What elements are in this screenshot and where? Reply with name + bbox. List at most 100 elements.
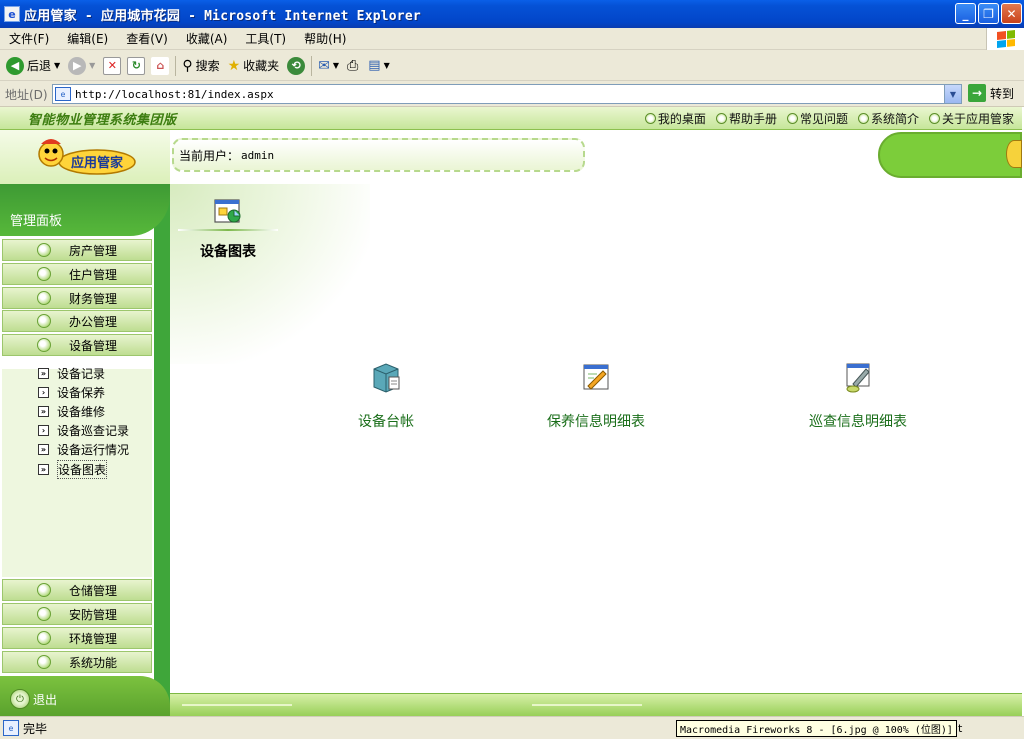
card-maintenance-detail[interactable]: 保养信息明细表	[536, 360, 656, 431]
site-brand: 智能物业管理系统集团版	[28, 112, 177, 128]
site-header: 应用管家 当前用户： admin	[0, 130, 1022, 184]
address-url: http://localhost:81/index.aspx	[75, 87, 274, 101]
submenu-arrow-icon: ›	[38, 387, 49, 398]
print-icon[interactable]: ⎙	[347, 58, 358, 74]
nav-environment[interactable]: 环境管理	[2, 627, 152, 649]
window-title-bar: e 应用管家 - 应用城市花园 - Microsoft Internet Exp…	[0, 0, 1024, 28]
sub-equipment-repair[interactable]: » 设备维修	[38, 403, 105, 420]
refresh-icon[interactable]: ↻	[127, 56, 146, 75]
mail-icon: ✉	[318, 57, 330, 74]
link-my-desktop[interactable]: 我的桌面	[644, 110, 706, 127]
nav-system[interactable]: 系统功能	[2, 651, 152, 673]
submenu-arrow-icon: »	[38, 406, 49, 417]
link-help-manual[interactable]: 帮助手册	[715, 110, 777, 127]
menu-file[interactable]: 文件(F)	[0, 30, 58, 47]
nav-bullet-icon	[37, 291, 51, 305]
back-button[interactable]: ◀ 后退 ▼	[6, 56, 60, 75]
taskbar-tooltip: Macromedia Fireworks 8 - [6.jpg @ 100% (…	[676, 720, 957, 737]
edit-page-icon: ▤	[368, 58, 381, 73]
nav-bullet-icon	[37, 338, 51, 352]
mascot-icon	[1006, 140, 1022, 168]
sub-label: 设备巡查记录	[57, 424, 130, 438]
sub-equipment-charts[interactable]: » 设备图表	[38, 460, 108, 479]
forward-button[interactable]: ▶ ▼	[68, 56, 96, 75]
nav-bullet-icon	[37, 314, 51, 328]
menu-help[interactable]: 帮助(H)	[295, 30, 355, 47]
nav-security[interactable]: 安防管理	[2, 603, 152, 625]
restore-button[interactable]: ❐	[978, 3, 999, 24]
link-label: 常见问题	[799, 112, 848, 126]
nav-label: 系统功能	[69, 655, 118, 670]
favorites-button[interactable]: ★ 收藏夹	[228, 57, 280, 74]
address-dropdown-icon[interactable]: ▼	[944, 85, 961, 103]
tooltip-tail-text: t	[958, 722, 963, 735]
inspection-icon	[846, 363, 870, 393]
window-title: 应用管家 - 应用城市花园 - Microsoft Internet Explo…	[24, 8, 421, 24]
sidebar: 管理面板 房产管理 住户管理 财务管理 办公管理 设备管理 » 设备记录 › 设备保…	[0, 184, 170, 716]
main-content: 设备图表 设备台帐 保养信息明细表 巡查信息明细表	[170, 184, 1022, 716]
page-icon: e	[55, 87, 71, 101]
page-footer-band	[170, 693, 1022, 716]
mail-dropdown-icon: ▼	[332, 61, 340, 70]
go-button[interactable]: → 转到	[968, 84, 1014, 102]
forward-arrow-icon: ▶	[68, 56, 87, 75]
nav-bullet-icon	[37, 655, 51, 669]
sub-equipment-operation[interactable]: » 设备运行情况	[38, 441, 129, 458]
back-arrow-icon: ◀	[6, 56, 24, 75]
nav-property[interactable]: 房产管理	[2, 239, 152, 261]
nav-label: 办公管理	[69, 314, 118, 329]
window-controls: _ ❐ ✕	[955, 3, 1022, 24]
current-user-label: 当前用户：	[179, 148, 240, 163]
edit-button[interactable]: ▤ ▼	[368, 58, 389, 73]
link-about[interactable]: 关于应用管家	[928, 110, 1014, 127]
forward-dropdown-icon: ▼	[89, 61, 96, 70]
submenu-arrow-icon: ›	[38, 425, 49, 436]
nav-finance[interactable]: 财务管理	[2, 287, 152, 309]
menu-edit[interactable]: 编辑(E)	[58, 30, 117, 47]
sub-label: 设备维修	[57, 405, 106, 419]
card-label: 巡查信息明细表	[809, 414, 907, 430]
history-icon[interactable]: ⟲	[287, 56, 306, 75]
logout-button[interactable]: ⏻ 退出	[10, 689, 57, 709]
header-decoration	[878, 132, 1022, 178]
menu-tools[interactable]: 工具(T)	[236, 30, 295, 47]
card-inspection-detail[interactable]: 巡查信息明细表	[798, 360, 918, 431]
power-icon: ⏻	[10, 689, 30, 709]
close-button[interactable]: ✕	[1001, 3, 1022, 24]
link-faq[interactable]: 常见问题	[786, 110, 848, 127]
current-user-box: 当前用户： admin	[172, 138, 585, 172]
ie-icon: e	[4, 6, 20, 22]
card-equipment-ledger[interactable]: 设备台帐	[340, 360, 432, 431]
menu-favorites[interactable]: 收藏(A)	[177, 30, 237, 47]
minimize-button[interactable]: _	[955, 3, 976, 24]
nav-storage[interactable]: 仓储管理	[2, 579, 152, 601]
panel-title: 管理面板	[10, 214, 63, 229]
submenu-arrow-icon: »	[38, 444, 49, 455]
sub-equipment-records[interactable]: » 设备记录	[38, 365, 105, 382]
nav-equipment[interactable]: 设备管理	[2, 334, 152, 356]
sub-equipment-maintenance[interactable]: › 设备保养	[38, 384, 105, 401]
address-bar: 地址(D) e http://localhost:81/index.aspx ▼…	[0, 82, 1024, 107]
nav-office[interactable]: 办公管理	[2, 310, 152, 332]
link-system-intro[interactable]: 系统简介	[857, 110, 919, 127]
mail-button[interactable]: ✉ ▼	[318, 58, 339, 74]
home-icon[interactable]: ⌂	[151, 56, 170, 75]
footer-line	[182, 704, 292, 706]
chart-window-icon	[214, 199, 241, 223]
sub-label: 设备图表	[57, 460, 108, 479]
search-button[interactable]: ⚲ 搜索	[182, 57, 219, 74]
top-links: 我的桌面 帮助手册 常见问题 系统简介 关于应用管家	[644, 110, 1014, 127]
corner-glow	[170, 184, 370, 364]
server-icon	[373, 363, 400, 393]
nav-bullet-icon	[37, 243, 51, 257]
menu-view[interactable]: 查看(V)	[117, 30, 177, 47]
nav-residents[interactable]: 住户管理	[2, 263, 152, 285]
windows-logo	[986, 28, 1024, 50]
logo-text: 应用管家	[71, 155, 124, 171]
card-label: 设备台帐	[358, 414, 414, 430]
page-done-icon: e	[3, 720, 19, 736]
stop-icon[interactable]: ✕	[103, 56, 122, 75]
sub-equipment-inspection[interactable]: › 设备巡查记录	[38, 422, 129, 439]
sidebar-divider	[154, 184, 170, 716]
address-input[interactable]: e http://localhost:81/index.aspx ▼	[52, 84, 962, 104]
